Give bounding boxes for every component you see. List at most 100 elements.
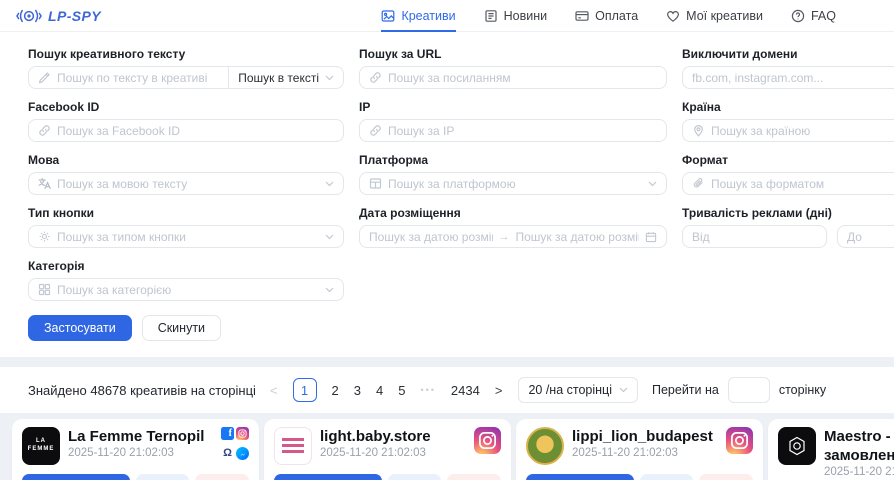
exclude-domains-input[interactable] bbox=[692, 71, 894, 85]
filter-exclude-domains: Виключити домени bbox=[682, 47, 894, 89]
card-date: 2025-11-20 21:02:03 bbox=[572, 447, 718, 459]
filter-country: Країна bbox=[682, 100, 894, 142]
views-button[interactable] bbox=[388, 474, 442, 480]
filter-creative-text: Пошук креативного тексту Пошук в тексті bbox=[28, 47, 344, 89]
creative-card[interactable]: La FEMME La Femme Ternopil 2025-11-20 21… bbox=[12, 419, 259, 480]
views-button[interactable] bbox=[136, 474, 190, 480]
tab-payment[interactable]: Оплата bbox=[575, 0, 638, 32]
card-title: La Femme Ternopil bbox=[68, 427, 213, 446]
prev-page-button[interactable]: < bbox=[270, 383, 278, 398]
filter-placement-date: Дата розміщення → bbox=[359, 206, 667, 248]
tab-creatives[interactable]: Креативи bbox=[381, 0, 455, 32]
field-label: Тривалість реклами (дні) bbox=[682, 206, 894, 220]
filter-format: Формат bbox=[682, 153, 894, 195]
per-page-select[interactable]: 20 /на сторінці bbox=[518, 377, 638, 403]
format-input[interactable] bbox=[711, 177, 894, 191]
platform-select[interactable]: Пошук за платформою bbox=[359, 172, 667, 195]
field-label: Дата розміщення bbox=[359, 206, 667, 220]
text-search-mode-select[interactable]: Пошук в тексті bbox=[228, 67, 334, 88]
jump-page-input[interactable] bbox=[728, 377, 770, 403]
button-type-select[interactable]: Пошук за типом кнопки bbox=[28, 225, 344, 248]
translate-icon bbox=[38, 177, 51, 190]
chevron-down-icon bbox=[325, 287, 334, 293]
card-date: 2025-11-20 21:02:03 bbox=[68, 447, 213, 459]
chevron-down-icon bbox=[325, 181, 334, 187]
filter-language: Мова Пошук за мовою тексту bbox=[28, 153, 344, 195]
filter-url: Пошук за URL bbox=[359, 47, 667, 89]
page-1[interactable]: 1 bbox=[293, 378, 317, 402]
chevron-down-icon bbox=[325, 234, 334, 240]
tab-faq[interactable]: FAQ bbox=[791, 0, 836, 32]
table-icon bbox=[369, 177, 382, 190]
field-label: IP bbox=[359, 100, 667, 114]
like-button[interactable] bbox=[699, 474, 753, 480]
chevron-down-icon bbox=[648, 181, 657, 187]
header: LP-SPY Креативи Новини Оплата Мої креати… bbox=[0, 0, 894, 32]
filter-ip: IP bbox=[359, 100, 667, 142]
appstore-icon bbox=[38, 283, 51, 296]
page-last[interactable]: 2434 bbox=[451, 383, 480, 398]
logo[interactable]: LP-SPY bbox=[16, 8, 101, 24]
field-label: Тип кнопки bbox=[28, 206, 344, 220]
creative-card[interactable]: lippi_lion_budapest 2025-11-20 21:02:03 … bbox=[516, 419, 763, 480]
gear-icon bbox=[38, 230, 51, 243]
creative-card[interactable]: Maestro - кухні, меблі на замовлення в У… bbox=[768, 419, 894, 480]
main-nav: Креативи Новини Оплата Мої креативи FAQ bbox=[381, 0, 836, 32]
filter-platform: Платформа Пошук за платформою bbox=[359, 153, 667, 195]
ip-input[interactable] bbox=[388, 124, 657, 138]
creative-card[interactable]: light.baby.store 2025-11-20 21:02:03 3 d… bbox=[264, 419, 511, 480]
page-5[interactable]: 5 bbox=[398, 383, 405, 398]
heart-icon bbox=[666, 9, 680, 23]
creative-text-input[interactable] bbox=[57, 71, 220, 85]
page-2[interactable]: 2 bbox=[332, 383, 339, 398]
audience-network-icon: Ω bbox=[221, 447, 234, 460]
field-label: Мова bbox=[28, 153, 344, 167]
date-to-input[interactable] bbox=[516, 230, 640, 244]
card-title: lippi_lion_budapest bbox=[572, 427, 718, 446]
filter-category: Категорія Пошук за категорією bbox=[28, 259, 344, 301]
tab-news[interactable]: Новини bbox=[484, 0, 548, 32]
url-input[interactable] bbox=[388, 71, 657, 85]
link-icon bbox=[38, 124, 51, 137]
link-icon bbox=[369, 71, 382, 84]
filter-panel: Пошук креативного тексту Пошук в тексті … bbox=[0, 32, 894, 357]
days-active-button[interactable]: 3 days bbox=[22, 474, 130, 480]
filter-duration: Тривалість реклами (дні) bbox=[682, 206, 894, 248]
avatar bbox=[778, 427, 816, 465]
tab-my-creatives[interactable]: Мої креативи bbox=[666, 0, 763, 32]
field-label: Формат bbox=[682, 153, 894, 167]
page-3[interactable]: 3 bbox=[354, 383, 361, 398]
like-button[interactable] bbox=[447, 474, 501, 480]
views-button[interactable] bbox=[640, 474, 694, 480]
credit-card-icon bbox=[575, 9, 589, 23]
facebook-id-input[interactable] bbox=[57, 124, 334, 138]
field-label: Пошук креативного тексту bbox=[28, 47, 344, 61]
reset-button[interactable]: Скинути bbox=[142, 315, 221, 341]
like-button[interactable] bbox=[195, 474, 249, 480]
field-label: Платформа bbox=[359, 153, 667, 167]
date-from-input[interactable] bbox=[369, 230, 493, 244]
apply-button[interactable]: Застосувати bbox=[28, 315, 132, 341]
avatar: La FEMME bbox=[22, 427, 60, 465]
creative-cards-row: La FEMME La Femme Ternopil 2025-11-20 21… bbox=[0, 419, 894, 480]
pagination-ellipsis[interactable]: ••• bbox=[420, 385, 435, 395]
question-icon bbox=[791, 9, 805, 23]
filter-button-type: Тип кнопки Пошук за типом кнопки bbox=[28, 206, 344, 248]
days-active-button[interactable]: 3 days bbox=[274, 474, 382, 480]
logo-text: LP-SPY bbox=[48, 8, 101, 24]
duration-from-input[interactable] bbox=[692, 230, 817, 244]
next-page-button[interactable]: > bbox=[495, 383, 503, 398]
paperclip-icon bbox=[692, 177, 705, 190]
chevron-down-icon bbox=[325, 75, 334, 81]
date-range-picker[interactable]: → bbox=[359, 225, 667, 248]
duration-to-input[interactable] bbox=[847, 230, 894, 244]
card-title: light.baby.store bbox=[320, 427, 466, 446]
page-4[interactable]: 4 bbox=[376, 383, 383, 398]
country-input[interactable] bbox=[711, 124, 894, 138]
field-label: Пошук за URL bbox=[359, 47, 667, 61]
results-summary: Знайдено 48678 креативів на сторінці bbox=[28, 383, 256, 398]
language-select[interactable]: Пошук за мовою тексту bbox=[28, 172, 344, 195]
category-select[interactable]: Пошук за категорією bbox=[28, 278, 344, 301]
results-bar: Знайдено 48678 креативів на сторінці < 1… bbox=[0, 367, 894, 413]
days-active-button[interactable]: 0 days bbox=[526, 474, 634, 480]
